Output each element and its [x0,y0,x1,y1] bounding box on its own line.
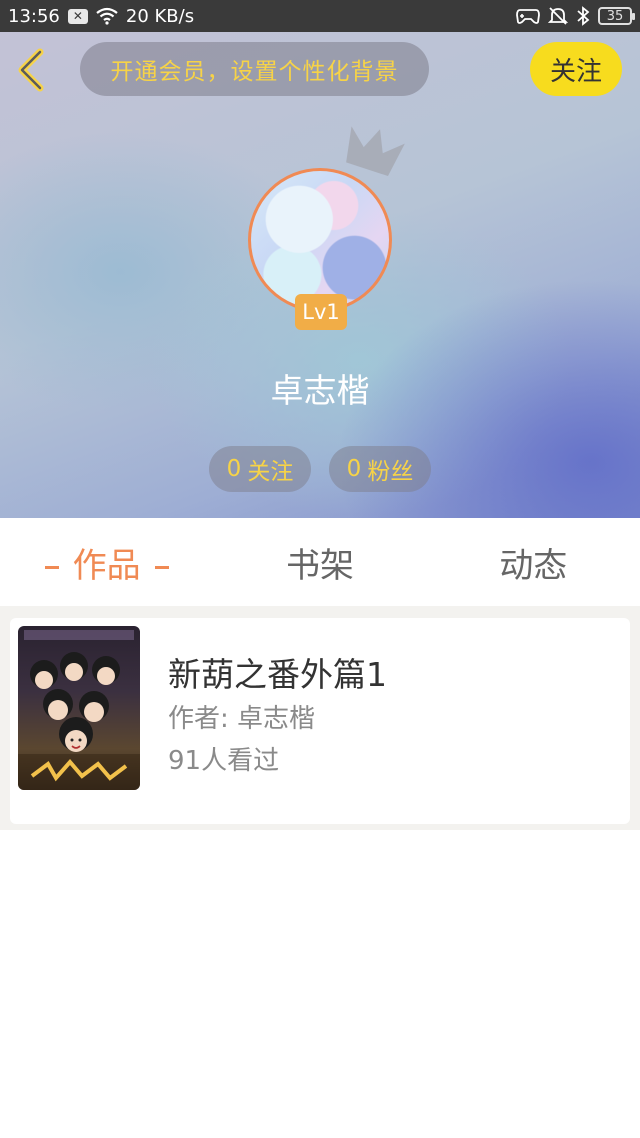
work-cover-image[interactable] [18,626,140,790]
notification-x-icon: ✕ [67,8,88,24]
bluetooth-icon [576,6,590,26]
active-tab-dash-left [44,565,59,569]
following-stat[interactable]: 0 关注 [209,446,311,492]
work-view-count: 91人看过 [168,746,280,776]
tab-works-label: 作品 [72,545,141,586]
level-badge: Lv1 [295,294,347,330]
network-speed: 20 KB/s [125,5,195,27]
fans-label: 粉丝 [367,459,414,485]
active-tab-dash-right [154,565,169,569]
work-author-label: 作者: [168,704,238,734]
tab-activity[interactable]: 动态 [427,538,640,587]
battery-icon: 35 [598,7,635,25]
vip-background-banner[interactable]: 开通会员，设置个性化背景 [80,42,429,96]
follow-button[interactable]: 关注 [530,42,622,96]
tab-activity-label: 动态 [499,545,568,586]
chevron-left-icon [18,48,44,92]
following-count: 0 [226,456,242,482]
tab-bookshelf[interactable]: 书架 [213,538,426,587]
avatar[interactable] [248,168,392,312]
works-list: 新葫之番外篇1 作者: 卓志楷 91人看过 [0,606,640,830]
cover-artwork [18,630,140,790]
back-button[interactable] [14,48,54,92]
wifi-icon [96,7,118,25]
fans-stat[interactable]: 0 粉丝 [329,446,431,492]
username: 卓志楷 [270,371,370,410]
profile-tabs: 作品 书架 动态 [0,518,640,606]
status-bar: 13:56 ✕ 20 KB/s 35 [0,0,640,32]
work-title: 新葫之番外篇1 [168,655,387,694]
tab-works[interactable]: 作品 [0,538,213,587]
following-label: 关注 [247,459,294,485]
profile-header: 开通会员，设置个性化背景 关注 Lv1 卓志楷 0 关注 0 粉丝 [0,32,640,518]
tab-bookshelf-label: 书架 [285,545,354,586]
work-author-row: 作者: 卓志楷 [168,698,315,735]
work-author-name: 卓志楷 [237,704,316,734]
status-time: 13:56 [8,5,60,27]
mute-bell-icon [548,7,568,25]
fans-count: 0 [346,456,362,482]
work-card[interactable]: 新葫之番外篇1 作者: 卓志楷 91人看过 [10,618,630,824]
game-controller-icon [516,7,540,25]
